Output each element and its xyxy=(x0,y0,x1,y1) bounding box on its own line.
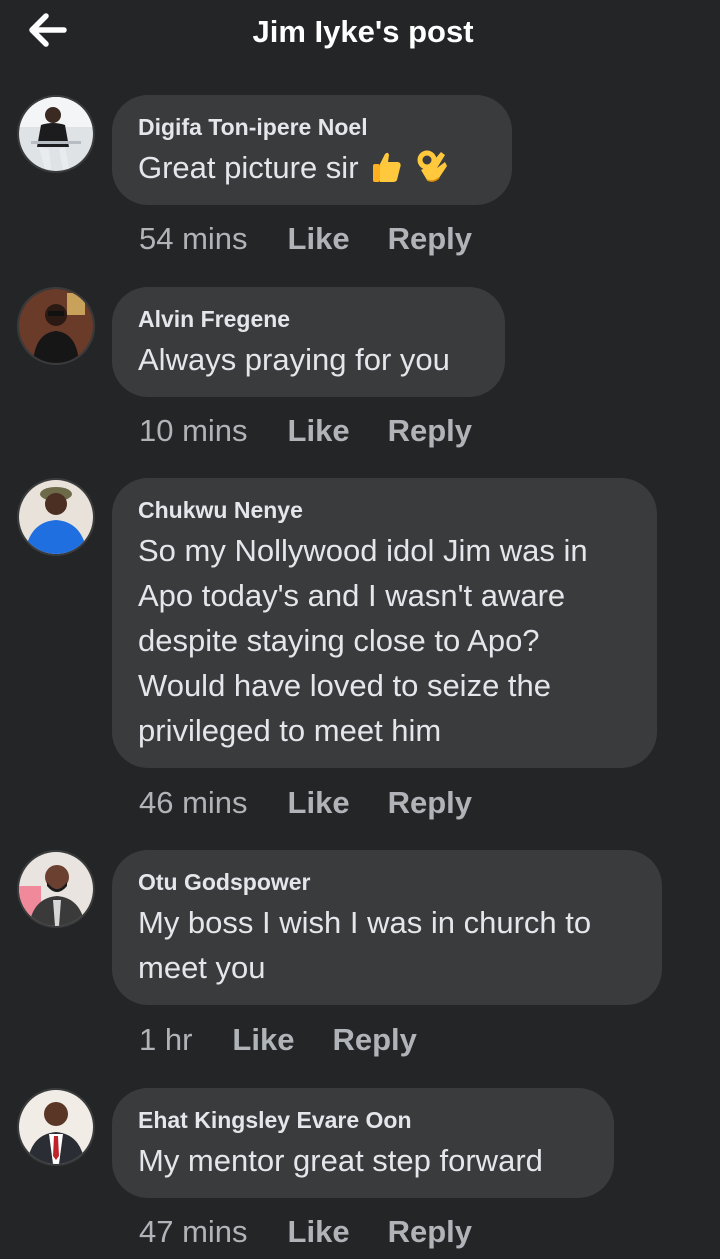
ok-hand-emoji-icon xyxy=(415,148,449,196)
comment-bubble[interactable]: Chukwu Nenye So my Nollywood idol Jim wa… xyxy=(112,478,657,768)
avatar[interactable] xyxy=(17,1088,95,1166)
reply-button[interactable]: Reply xyxy=(332,1022,416,1058)
avatar[interactable] xyxy=(17,287,95,365)
comment-time[interactable]: 1 hr xyxy=(139,1022,192,1058)
comment-bubble[interactable]: Alvin Fregene Always praying for you xyxy=(112,287,505,397)
comment-time[interactable]: 54 mins xyxy=(139,221,248,257)
comment-bubble[interactable]: Digifa Ton-ipere Noel Great picture sir xyxy=(112,95,512,205)
comment-time[interactable]: 47 mins xyxy=(139,1214,248,1250)
page-title: Jim Iyke's post xyxy=(252,14,474,49)
comment-text: Always praying for you xyxy=(138,342,450,377)
comment-bubble[interactable]: Ehat Kingsley Evare Oon My mentor great … xyxy=(112,1088,614,1198)
comment-time[interactable]: 46 mins xyxy=(139,785,248,821)
comment-meta: 54 mins Like Reply xyxy=(139,221,472,257)
comment-author[interactable]: Digifa Ton-ipere Noel xyxy=(138,113,486,141)
comment-text: Great picture sir xyxy=(138,145,486,196)
comment-author[interactable]: Chukwu Nenye xyxy=(138,496,631,524)
comment-text: So my Nollywood idol Jim was in Apo toda… xyxy=(138,533,588,748)
avatar[interactable] xyxy=(17,95,95,173)
comment-text: My mentor great step forward xyxy=(138,1143,543,1178)
reply-button[interactable]: Reply xyxy=(388,221,472,257)
comment-text: My boss I wish I was in church to meet y… xyxy=(138,905,592,985)
comment-meta: 46 mins Like Reply xyxy=(139,785,472,821)
comment-text-content: Great picture sir xyxy=(138,150,359,185)
comment-time[interactable]: 10 mins xyxy=(139,413,248,449)
thumbs-up-emoji-icon xyxy=(371,150,403,196)
comment-author[interactable]: Alvin Fregene xyxy=(138,305,479,333)
comment-meta: 10 mins Like Reply xyxy=(139,413,472,449)
avatar[interactable] xyxy=(17,478,95,556)
reply-button[interactable]: Reply xyxy=(388,413,472,449)
reply-button[interactable]: Reply xyxy=(388,1214,472,1250)
top-bar: Jim Iyke's post xyxy=(0,0,720,70)
like-button[interactable]: Like xyxy=(288,785,350,821)
like-button[interactable]: Like xyxy=(288,221,350,257)
comment-meta: 1 hr Like Reply xyxy=(139,1022,417,1058)
comment-bubble[interactable]: Otu Godspower My boss I wish I was in ch… xyxy=(112,850,662,1005)
avatar[interactable] xyxy=(17,850,95,928)
comment-author[interactable]: Ehat Kingsley Evare Oon xyxy=(138,1106,588,1134)
comment-meta: 47 mins Like Reply xyxy=(139,1214,472,1250)
comment-author[interactable]: Otu Godspower xyxy=(138,868,636,896)
like-button[interactable]: Like xyxy=(288,1214,350,1250)
like-button[interactable]: Like xyxy=(288,413,350,449)
like-button[interactable]: Like xyxy=(232,1022,294,1058)
reply-button[interactable]: Reply xyxy=(388,785,472,821)
